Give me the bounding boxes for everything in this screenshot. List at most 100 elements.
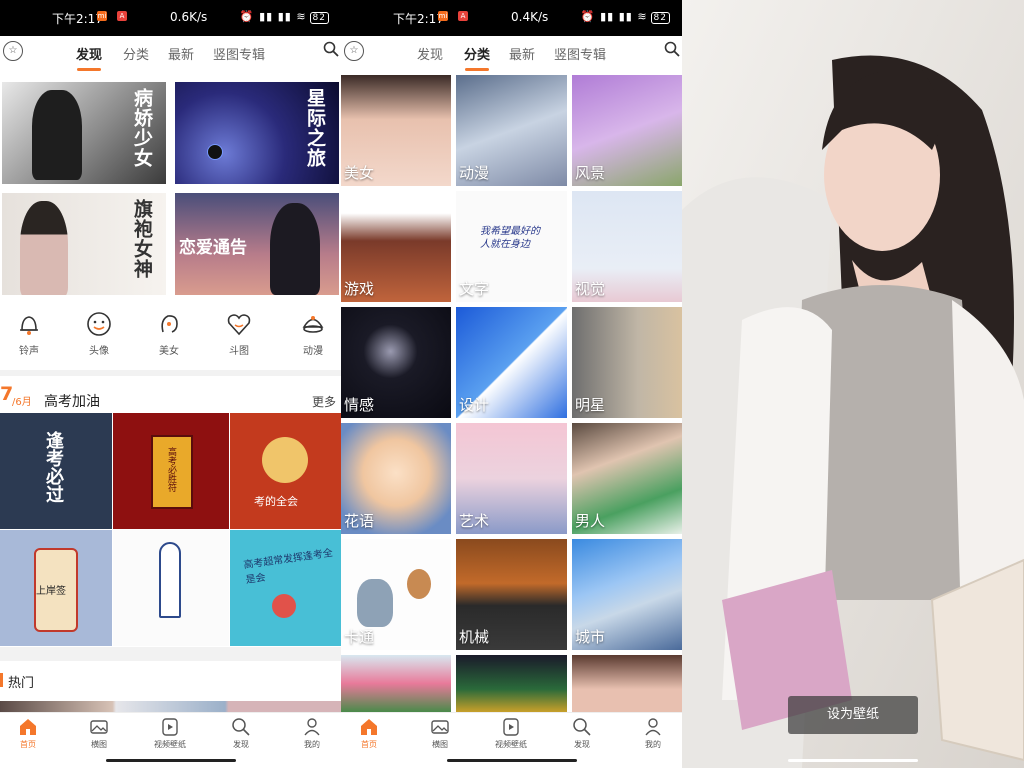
category-label: 卡通	[344, 628, 375, 646]
tab-portrait-album[interactable]: 竖图专辑	[554, 44, 606, 63]
gaokao-card-landing[interactable]: 上岸签	[0, 530, 112, 646]
tab-category[interactable]: 分类	[464, 44, 490, 71]
quick-item-beauty[interactable]: 美女	[144, 310, 194, 357]
video-icon	[162, 718, 178, 736]
category-visual[interactable]: 视觉	[572, 191, 682, 302]
wallpaper-preview-screen: 设为壁纸	[682, 0, 1024, 768]
category-screen: 下午2:17 mi A 0.4K/s ⏰ ▮▮ ▮▮ ≋ 82 ☆ 发现 分类 最…	[341, 0, 682, 768]
category-machinery[interactable]: 机械	[456, 539, 567, 650]
quick-label: 动漫	[303, 346, 323, 357]
nav-video[interactable]: 视频壁纸	[483, 717, 539, 750]
nav-landscape[interactable]: 横图	[412, 717, 468, 750]
banner-qipao-goddess[interactable]: 旗袍女神	[2, 193, 166, 295]
category-cartoon[interactable]: 卡通	[341, 539, 451, 650]
tab-category[interactable]: 分类	[123, 44, 149, 63]
category-label: 机械	[459, 628, 490, 646]
status-bar: 下午2:17 mi A 0.4K/s ⏰ ▮▮ ▮▮ ≋ 82	[341, 0, 682, 36]
category-label: 视觉	[575, 280, 606, 298]
banner-title: 病娇少女	[131, 88, 153, 168]
category-design[interactable]: 设计	[456, 307, 567, 418]
hot-title: 热门	[8, 676, 35, 691]
search-icon	[573, 718, 591, 736]
heart-face-icon	[227, 314, 251, 336]
search-icon[interactable]	[323, 41, 339, 57]
mouse-character	[407, 569, 431, 599]
set-wallpaper-button[interactable]: 设为壁纸	[788, 696, 918, 734]
nav-label: 我的	[304, 740, 320, 749]
nav-label: 横图	[432, 740, 448, 749]
category-scenery[interactable]: 风景	[572, 75, 682, 186]
tab-latest[interactable]: 最新	[168, 44, 194, 63]
category-label: 动漫	[459, 164, 490, 182]
category-city[interactable]: 城市	[572, 539, 682, 650]
quick-label: 铃声	[19, 346, 39, 357]
discover-screen: 下午2:17 mi A 0.6K/s ⏰ ▮▮ ▮▮ ≋ 82 ☆ 发现 分类 最…	[0, 0, 341, 768]
more-link[interactable]: 更多	[312, 393, 336, 410]
search-icon	[232, 718, 250, 736]
nav-mine[interactable]: 我的	[625, 717, 681, 750]
gaokao-card-talisman[interactable]: 高考必胜符	[113, 413, 229, 529]
category-beauty[interactable]: 美女	[341, 75, 451, 186]
section-title: 高考加油	[44, 394, 100, 410]
battery-level: 82	[650, 12, 670, 24]
quick-item-avatar[interactable]: 头像	[74, 310, 124, 357]
battery-level: 82	[309, 12, 329, 24]
cat-character	[357, 579, 393, 627]
category-label: 男人	[575, 512, 606, 530]
home-icon	[20, 719, 36, 735]
gaokao-section-header: 7 /6月 高考加油 更多	[0, 377, 341, 413]
gaokao-card-pass[interactable]: 逢考必过	[0, 413, 112, 529]
accent-bar	[0, 673, 3, 687]
category-emotion[interactable]: 情感	[341, 307, 451, 418]
category-anime[interactable]: 动漫	[456, 75, 567, 186]
category-men[interactable]: 男人	[572, 423, 682, 534]
category-celebrity[interactable]: 明星	[572, 307, 682, 418]
banner-yandere-girl[interactable]: 病娇少女	[2, 82, 166, 184]
home-icon	[361, 719, 377, 735]
nav-label: 发现	[574, 740, 590, 749]
card-text: 上岸签	[36, 586, 66, 597]
nav-discover[interactable]: 发现	[554, 717, 610, 750]
search-icon[interactable]	[664, 41, 680, 57]
category-label: 美女	[344, 164, 375, 182]
vip-icon[interactable]: ☆	[3, 41, 23, 61]
tab-latest[interactable]: 最新	[509, 44, 535, 63]
gaokao-card-blue[interactable]: 高考超常发挥逢考全是会	[230, 530, 341, 646]
tab-discover[interactable]: 发现	[76, 44, 102, 71]
deity-badge	[262, 437, 308, 483]
nav-label: 横图	[91, 740, 107, 749]
status-bar: 下午2:17 mi A 0.6K/s ⏰ ▮▮ ▮▮ ≋ 82	[0, 0, 341, 36]
nav-home[interactable]: 首页	[0, 717, 56, 750]
quick-item-meme[interactable]: 斗图	[214, 310, 264, 357]
category-flower-language[interactable]: 花语	[341, 423, 451, 534]
category-art[interactable]: 艺术	[456, 423, 567, 534]
app-notification-icon: A	[117, 11, 127, 21]
banner-title: 恋爱通告	[179, 238, 247, 258]
quick-item-anime[interactable]: 动漫	[288, 310, 338, 357]
category-text[interactable]: 我希望最好的人就在身边 文字	[456, 191, 567, 302]
category-tile-partial[interactable]	[341, 655, 451, 712]
nav-discover[interactable]: 发现	[213, 717, 269, 750]
nav-mine[interactable]: 我的	[284, 717, 340, 750]
tab-portrait-album[interactable]: 竖图专辑	[213, 44, 265, 63]
nav-landscape[interactable]: 横图	[71, 717, 127, 750]
category-tile-partial[interactable]	[572, 655, 682, 712]
section-divider	[0, 370, 341, 376]
status-time: 下午2:17	[393, 12, 444, 26]
category-tile-partial[interactable]	[456, 655, 567, 712]
image-icon	[90, 720, 108, 734]
nav-home[interactable]: 首页	[341, 717, 397, 750]
quick-item-ringtone[interactable]: 铃声	[4, 310, 54, 357]
gaokao-card-know-all[interactable]: 考的全会	[230, 413, 341, 529]
card-text: 高考必胜符	[166, 447, 176, 492]
tab-discover[interactable]: 发现	[417, 44, 443, 63]
gesture-bar	[0, 754, 341, 768]
set-wallpaper-label: 设为壁纸	[826, 707, 879, 722]
app-notification-icon: A	[458, 11, 468, 21]
category-game[interactable]: 游戏	[341, 191, 451, 302]
nav-video[interactable]: 视频壁纸	[142, 717, 198, 750]
vip-icon[interactable]: ☆	[344, 41, 364, 61]
gaokao-card-tag[interactable]	[113, 530, 229, 646]
banner-interstellar[interactable]: 星际之旅	[175, 82, 339, 184]
banner-love-notice[interactable]: 恋爱通告	[175, 193, 339, 295]
